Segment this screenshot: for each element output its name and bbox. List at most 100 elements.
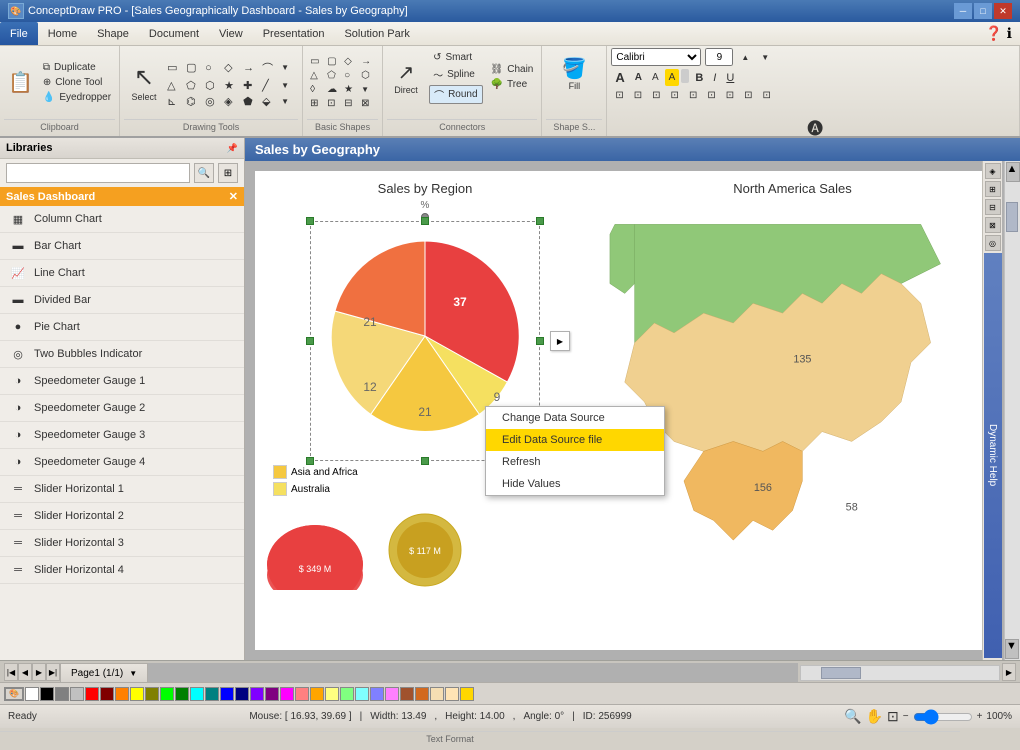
sidebar-item-0[interactable]: ▦Column Chart — [0, 206, 244, 233]
duplicate-button[interactable]: ⧉ Duplicate — [39, 61, 115, 74]
spline-connector[interactable]: 〜 Spline — [429, 66, 482, 83]
bs3[interactable]: ◇ — [343, 55, 359, 68]
handle-ml[interactable] — [306, 337, 314, 345]
pan-button[interactable]: ✋ — [866, 708, 883, 725]
sidebar-item-11[interactable]: ═Slider Horizontal 2 — [0, 503, 244, 530]
text-larger[interactable]: A — [611, 69, 628, 86]
cross-tool[interactable]: ✚ — [242, 78, 260, 93]
sidebar-item-7[interactable]: ◑Speedometer Gauge 2 — [0, 395, 244, 422]
triangle-tool[interactable]: △ — [166, 78, 184, 93]
bs6[interactable]: ⬠ — [326, 69, 342, 82]
line-tool[interactable]: ╱ — [261, 78, 279, 93]
sidebar-item-2[interactable]: 📈Line Chart — [0, 260, 244, 287]
color-swatch-27[interactable] — [430, 687, 444, 701]
menu-solution-park[interactable]: Solution Park — [334, 22, 419, 45]
rounded-rect-tool[interactable]: ▢ — [185, 59, 203, 77]
bs4[interactable]: → — [360, 55, 376, 68]
bs5[interactable]: △ — [309, 69, 325, 82]
color-swatch-8[interactable] — [145, 687, 159, 701]
rp-icon-4[interactable]: ⊠ — [985, 217, 1001, 233]
view-toggle-button[interactable]: ⊞ — [218, 163, 238, 183]
hide-values-menu-item[interactable]: Hide Values — [486, 473, 664, 495]
refresh-menu-item[interactable]: Refresh — [486, 451, 664, 473]
color-swatch-23[interactable] — [370, 687, 384, 701]
help-icon[interactable]: ❓ — [985, 25, 1002, 42]
sidebar-item-9[interactable]: ◑Speedometer Gauge 4 — [0, 449, 244, 476]
zoom-fit-button[interactable]: ⊡ — [887, 708, 899, 725]
map-svg[interactable]: 135 156 58 — [605, 202, 980, 602]
align4[interactable]: ⊡ — [667, 89, 683, 102]
round-connector[interactable]: ⌒ Round — [429, 85, 482, 104]
sidebar-panel-close[interactable]: ✕ — [229, 190, 238, 203]
bs10[interactable]: ☁ — [326, 83, 342, 96]
text-highlight[interactable]: A — [665, 69, 680, 86]
scroll-thumb[interactable] — [1006, 202, 1018, 232]
curve-tool[interactable]: ⌒ — [261, 59, 279, 77]
zoom-slider[interactable] — [913, 711, 973, 723]
align2[interactable]: ⊡ — [630, 89, 646, 102]
rp-icon-3[interactable]: ⊟ — [985, 199, 1001, 215]
align8[interactable]: ⊡ — [740, 89, 756, 102]
change-data-source[interactable]: Change Data Source — [486, 407, 664, 429]
handle-tl[interactable] — [306, 217, 314, 225]
tab-nav-last[interactable]: ▶| — [46, 663, 60, 681]
t6[interactable]: ⬙ — [261, 94, 279, 109]
bs16[interactable]: ⊠ — [360, 97, 376, 110]
arrow-tool[interactable]: → — [242, 59, 260, 77]
sidebar-item-4[interactable]: ●Pie Chart — [0, 314, 244, 341]
bs2[interactable]: ▢ — [326, 55, 342, 68]
bs1[interactable]: ▭ — [309, 55, 325, 68]
edit-data-source-file[interactable]: Edit Data Source file — [486, 429, 664, 451]
bs11[interactable]: ★ — [343, 83, 359, 96]
text-smaller[interactable]: A — [631, 69, 646, 86]
sidebar-pin[interactable]: 📌 — [227, 143, 238, 154]
bs12[interactable]: ▼ — [360, 83, 376, 96]
handle-bm[interactable] — [421, 457, 429, 465]
sidebar-item-6[interactable]: ◑Speedometer Gauge 1 — [0, 368, 244, 395]
font-select[interactable]: Calibri — [611, 48, 701, 66]
zoom-out-button[interactable]: 🔍 — [844, 708, 861, 725]
circle-tool[interactable]: ○ — [204, 59, 222, 77]
font-size-down[interactable]: ▼ — [757, 52, 773, 63]
h-scroll-thumb[interactable] — [821, 667, 861, 679]
color-swatch-17[interactable] — [280, 687, 294, 701]
bs15[interactable]: ⊟ — [343, 97, 359, 110]
horizontal-scrollbar[interactable] — [800, 665, 1000, 681]
menu-home[interactable]: Home — [38, 22, 87, 45]
menu-view[interactable]: View — [209, 22, 253, 45]
vertical-scrollbar[interactable]: ▲ ▼ — [1004, 161, 1020, 660]
tab-nav-next[interactable]: ▶ — [32, 663, 46, 681]
handle-mr[interactable] — [536, 337, 544, 345]
sidebar-item-3[interactable]: ▬Divided Bar — [0, 287, 244, 314]
handle-bl[interactable] — [306, 457, 314, 465]
sidebar-item-12[interactable]: ═Slider Horizontal 3 — [0, 530, 244, 557]
color-swatch-25[interactable] — [400, 687, 414, 701]
sidebar-item-13[interactable]: ═Slider Horizontal 4 — [0, 557, 244, 584]
gauge-2[interactable]: $ 117 M — [385, 510, 465, 590]
bs13[interactable]: ⊞ — [309, 97, 325, 110]
color-swatch-9[interactable] — [160, 687, 174, 701]
t5[interactable]: ⬟ — [242, 94, 260, 109]
close-button[interactable]: ✕ — [994, 3, 1012, 19]
color-swatch-7[interactable] — [130, 687, 144, 701]
color-swatch-13[interactable] — [220, 687, 234, 701]
smart-connector[interactable]: ↺ Smart — [429, 51, 482, 64]
menu-shape[interactable]: Shape — [87, 22, 139, 45]
clone-tool-button[interactable]: ⊕ Clone Tool — [39, 76, 115, 89]
align1[interactable]: ⊡ — [611, 89, 627, 102]
paste-button[interactable]: 📋 — [4, 69, 37, 96]
bs9[interactable]: ◊ — [309, 83, 325, 96]
color-swatch-11[interactable] — [190, 687, 204, 701]
bs8[interactable]: ⬡ — [360, 69, 376, 82]
zoom-plus[interactable]: + — [977, 711, 983, 722]
sidebar-item-8[interactable]: ◑Speedometer Gauge 3 — [0, 422, 244, 449]
sidebar-item-1[interactable]: ▬Bar Chart — [0, 233, 244, 260]
maximize-button[interactable]: □ — [974, 3, 992, 19]
color-swatch-3[interactable] — [70, 687, 84, 701]
tree-connector[interactable]: 🌳 Tree — [487, 78, 538, 91]
color-swatch-28[interactable] — [445, 687, 459, 701]
color-swatch-4[interactable] — [85, 687, 99, 701]
color-swatch-12[interactable] — [205, 687, 219, 701]
color-swatch-24[interactable] — [385, 687, 399, 701]
font-size-up[interactable]: ▲ — [737, 52, 753, 63]
